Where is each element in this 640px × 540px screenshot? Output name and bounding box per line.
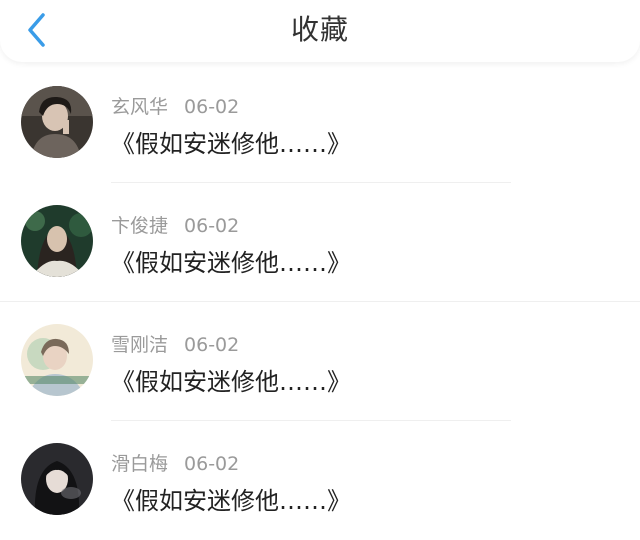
avatar[interactable] bbox=[21, 324, 93, 396]
avatar[interactable] bbox=[21, 443, 93, 515]
post-date: 06-02 bbox=[184, 215, 240, 237]
favorite-title: 《假如安迷修他……》 bbox=[111, 130, 351, 158]
avatar[interactable] bbox=[21, 205, 93, 277]
top-bar: 收藏 bbox=[0, 0, 640, 62]
avatar[interactable] bbox=[21, 86, 93, 158]
list-item[interactable]: 卞俊捷 06-02 《假如安迷修他……》 bbox=[0, 183, 640, 302]
list-item[interactable]: 滑白梅 06-02 《假如安迷修他……》 bbox=[0, 421, 640, 540]
post-date: 06-02 bbox=[184, 334, 240, 356]
user-avatar-icon bbox=[21, 205, 93, 277]
author-name: 滑白梅 bbox=[111, 453, 169, 475]
post-date: 06-02 bbox=[184, 453, 240, 475]
page-title: 收藏 bbox=[290, 13, 349, 46]
user-avatar-icon bbox=[21, 443, 93, 515]
list-item[interactable]: 玄风华 06-02 《假如安迷修他……》 bbox=[0, 64, 640, 183]
favorite-title: 《假如安迷修他……》 bbox=[111, 368, 351, 396]
author-name: 玄风华 bbox=[111, 96, 169, 118]
user-avatar-icon bbox=[21, 324, 93, 396]
favorites-list: 玄风华 06-02 《假如安迷修他……》 卞俊捷 06-02 《假如安迷修他……》 bbox=[0, 64, 640, 540]
favorite-title: 《假如安迷修他……》 bbox=[111, 487, 351, 515]
author-name: 卞俊捷 bbox=[111, 215, 169, 237]
user-avatar-icon bbox=[21, 86, 93, 158]
favorite-title: 《假如安迷修他……》 bbox=[111, 249, 351, 277]
list-item[interactable]: 雪刚洁 06-02 《假如安迷修他……》 bbox=[0, 302, 640, 421]
post-date: 06-02 bbox=[184, 96, 240, 118]
author-name: 雪刚洁 bbox=[111, 334, 169, 356]
